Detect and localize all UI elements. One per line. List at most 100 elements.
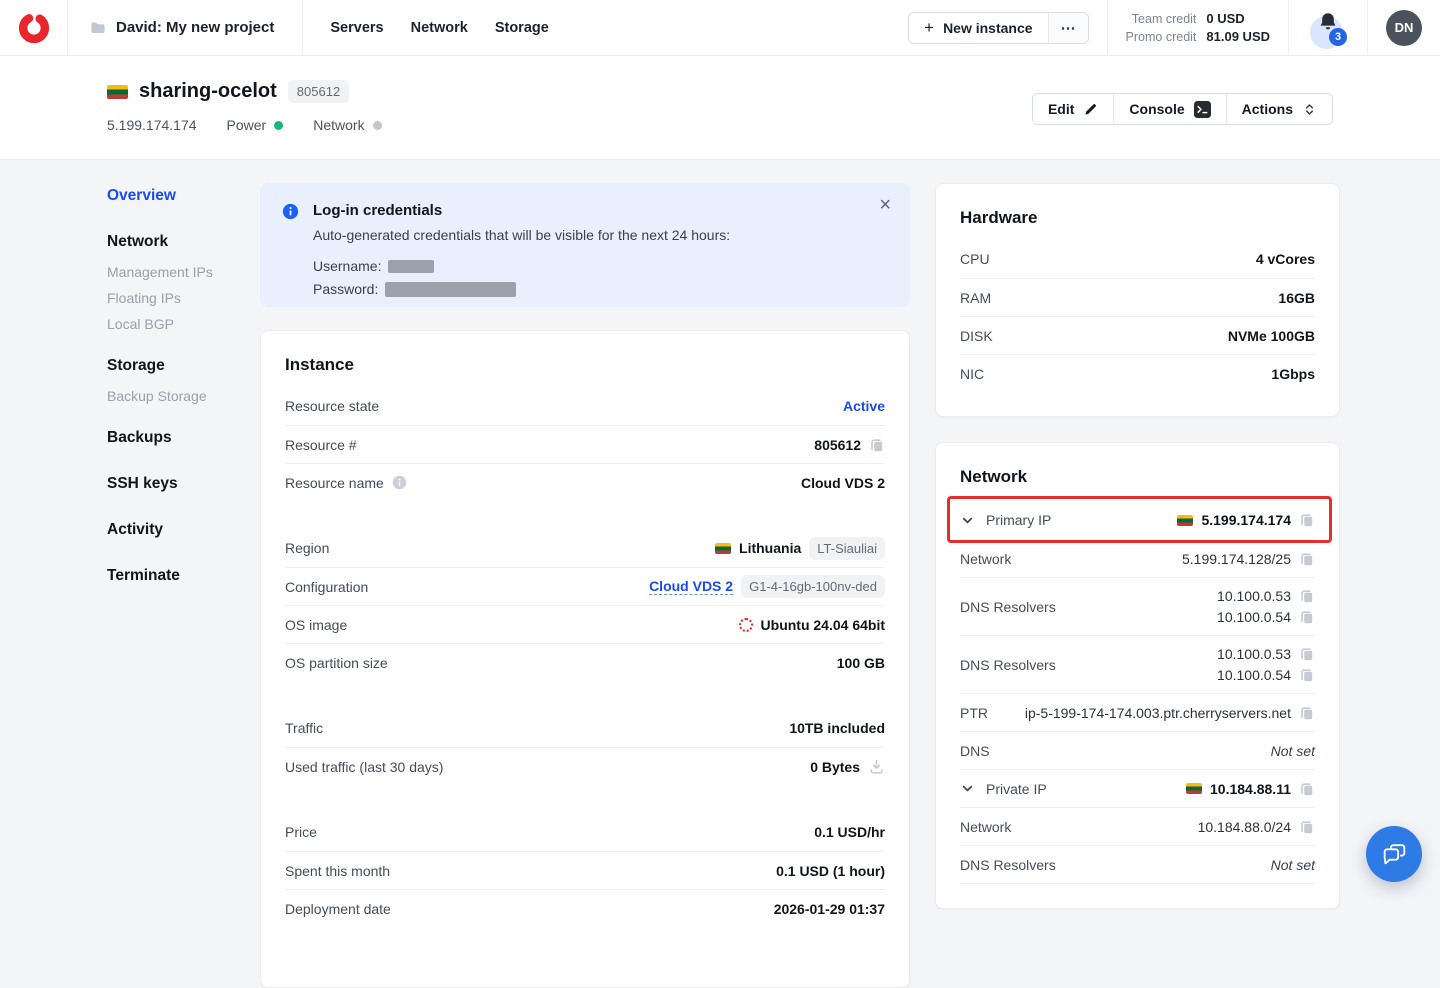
sidebar-item-overview[interactable]: Overview bbox=[107, 187, 247, 205]
server-actions-group: Edit Console Actions bbox=[1032, 93, 1333, 125]
dns-resolvers-label: DNS Resolvers bbox=[960, 657, 1056, 673]
copy-icon[interactable] bbox=[1299, 781, 1315, 797]
os-image-value: Ubuntu 24.04 64bit bbox=[761, 617, 885, 633]
instance-card: Instance Resource state Active Resource … bbox=[260, 330, 910, 988]
lithuania-flag-icon bbox=[107, 85, 128, 99]
edit-button[interactable]: Edit bbox=[1033, 94, 1113, 124]
primary-ip-value: 5.199.174.174 bbox=[1201, 512, 1291, 528]
copy-icon[interactable] bbox=[1299, 646, 1315, 662]
main-column: Log-in credentials Auto-generated creden… bbox=[260, 183, 910, 988]
dns-value: Not set bbox=[1271, 743, 1315, 759]
resource-name-row: Resource name Cloud VDS 2 bbox=[285, 463, 885, 501]
price-value: 0.1 USD/hr bbox=[814, 824, 885, 840]
sidebar-item-terminate[interactable]: Terminate bbox=[107, 567, 247, 585]
dns-label: DNS bbox=[960, 743, 990, 759]
spent-label: Spent this month bbox=[285, 863, 390, 879]
resource-number-row: Resource # 805612 bbox=[285, 425, 885, 463]
sidebar-item-activity[interactable]: Activity bbox=[107, 521, 247, 539]
edit-label: Edit bbox=[1048, 101, 1074, 117]
new-instance-button[interactable]: + New instance bbox=[909, 13, 1047, 43]
used-traffic-label: Used traffic (last 30 days) bbox=[285, 759, 443, 775]
sidebar-item-management-ips[interactable]: Management IPs bbox=[107, 264, 247, 280]
lithuania-flag-icon bbox=[715, 543, 731, 554]
ram-value: 16GB bbox=[1278, 290, 1315, 306]
power-status: Power bbox=[227, 117, 284, 133]
right-column: Hardware CPU 4 vCores RAM 16GB DISK NVMe… bbox=[935, 183, 1340, 909]
copy-icon[interactable] bbox=[1299, 667, 1315, 683]
chevron-down-icon[interactable] bbox=[960, 781, 975, 796]
os-partition-row: OS partition size 100 GB bbox=[285, 643, 885, 681]
copy-icon[interactable] bbox=[1299, 819, 1315, 835]
configuration-label: Configuration bbox=[285, 579, 368, 595]
price-label: Price bbox=[285, 824, 317, 840]
network-status-label: Network bbox=[313, 117, 364, 133]
copy-icon[interactable] bbox=[869, 437, 885, 453]
ram-row: RAM 16GB bbox=[960, 278, 1315, 316]
sidebar-item-ssh-keys[interactable]: SSH keys bbox=[107, 475, 247, 493]
info-icon bbox=[282, 203, 299, 220]
actions-button[interactable]: Actions bbox=[1226, 94, 1332, 124]
sidebar-item-backups[interactable]: Backups bbox=[107, 429, 247, 447]
disk-row: DISK NVMe 100GB bbox=[960, 316, 1315, 354]
login-credentials-banner: Log-in credentials Auto-generated creden… bbox=[260, 183, 910, 307]
private-dns-resolvers-row: DNS Resolvers Not set bbox=[960, 846, 1315, 884]
info-icon[interactable] bbox=[392, 475, 407, 490]
chat-widget-button[interactable] bbox=[1366, 826, 1422, 882]
resource-name-label: Resource name bbox=[285, 475, 384, 491]
new-instance-label: New instance bbox=[943, 20, 1032, 36]
ptr-label: PTR bbox=[960, 705, 988, 721]
private-ip-value: 10.184.88.11 bbox=[1210, 781, 1291, 797]
disk-value: NVMe 100GB bbox=[1228, 328, 1315, 344]
deployment-date-label: Deployment date bbox=[285, 901, 391, 917]
terminal-icon bbox=[1194, 101, 1211, 118]
resource-state-value[interactable]: Active bbox=[843, 398, 885, 414]
public-network-label: Network bbox=[960, 551, 1011, 567]
project-selector[interactable]: David: My new project bbox=[68, 0, 303, 55]
chat-bubbles-icon bbox=[1380, 840, 1409, 869]
configuration-row: Configuration Cloud VDS 2 G1-4-16gb-100n… bbox=[285, 567, 885, 605]
nav-network[interactable]: Network bbox=[411, 20, 468, 36]
sidebar-item-storage[interactable]: Storage bbox=[107, 357, 247, 375]
power-status-dot bbox=[274, 121, 283, 130]
copy-icon[interactable] bbox=[1299, 609, 1315, 625]
hardware-card-title: Hardware bbox=[960, 208, 1315, 228]
sidebar-item-backup-storage[interactable]: Backup Storage bbox=[107, 388, 247, 404]
private-network-row: Network 10.184.88.0/24 bbox=[960, 808, 1315, 846]
region-value: Lithuania bbox=[739, 540, 801, 556]
nav-servers[interactable]: Servers bbox=[330, 20, 383, 36]
user-avatar[interactable]: DN bbox=[1386, 10, 1422, 46]
sidebar-item-floating-ips[interactable]: Floating IPs bbox=[107, 290, 247, 306]
resource-name-value: Cloud VDS 2 bbox=[801, 475, 885, 491]
brand-logo[interactable] bbox=[0, 0, 68, 55]
cherry-logo-icon bbox=[17, 11, 51, 45]
traffic-value: 10TB included bbox=[789, 720, 885, 736]
sidebar-item-local-bgp[interactable]: Local BGP bbox=[107, 316, 247, 332]
notification-count-badge: 3 bbox=[1329, 28, 1347, 46]
nav-storage[interactable]: Storage bbox=[495, 20, 549, 36]
chevron-down-icon[interactable] bbox=[960, 513, 975, 528]
dns-resolvers-row-2: DNS Resolvers 10.100.0.53 10.100.0.54 bbox=[960, 636, 1315, 694]
download-icon[interactable] bbox=[868, 758, 885, 775]
app-header: David: My new project Servers Network St… bbox=[0, 0, 1440, 56]
copy-icon[interactable] bbox=[1299, 705, 1315, 721]
private-ip-label: Private IP bbox=[986, 781, 1047, 797]
public-network-value: 5.199.174.128/25 bbox=[1182, 551, 1291, 567]
close-icon[interactable]: × bbox=[875, 191, 895, 219]
price-row: Price 0.1 USD/hr bbox=[285, 813, 885, 851]
nic-row: NIC 1Gbps bbox=[960, 354, 1315, 392]
dns-row: DNS Not set bbox=[960, 732, 1315, 770]
console-button[interactable]: Console bbox=[1113, 94, 1225, 124]
network-status: Network bbox=[313, 117, 381, 133]
copy-icon[interactable] bbox=[1299, 551, 1315, 567]
hardware-card: Hardware CPU 4 vCores RAM 16GB DISK NVMe… bbox=[935, 183, 1340, 417]
sidebar-item-network[interactable]: Network bbox=[107, 233, 247, 251]
banner-title: Log-in credentials bbox=[313, 202, 886, 220]
new-instance-more-button[interactable]: ⋯ bbox=[1048, 13, 1088, 43]
configuration-link[interactable]: Cloud VDS 2 bbox=[649, 578, 733, 595]
new-instance-split-button: + New instance ⋯ bbox=[908, 12, 1088, 44]
copy-icon[interactable] bbox=[1299, 588, 1315, 604]
private-network-value: 10.184.88.0/24 bbox=[1198, 819, 1291, 835]
os-image-label: OS image bbox=[285, 617, 347, 633]
notifications-button[interactable]: 3 bbox=[1307, 7, 1349, 49]
copy-icon[interactable] bbox=[1299, 512, 1315, 528]
